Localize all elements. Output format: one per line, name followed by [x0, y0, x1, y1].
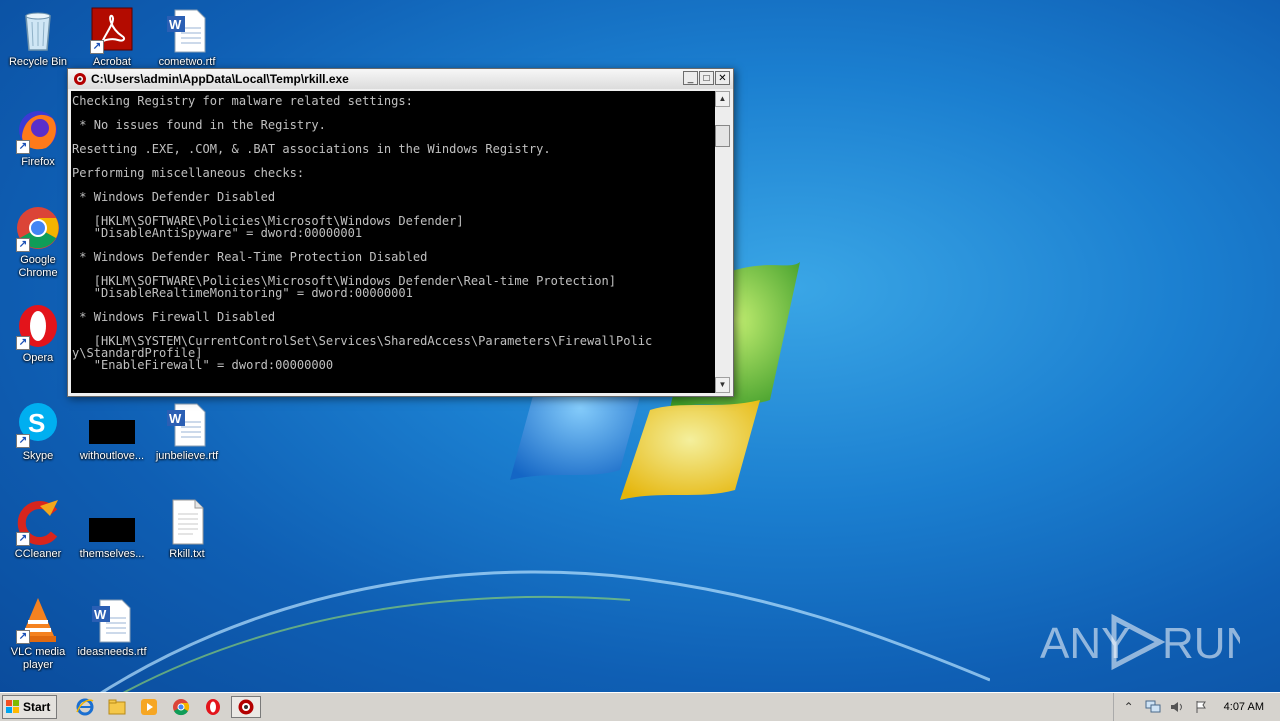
taskbar-rkill[interactable] — [231, 696, 262, 718]
network-icon[interactable] — [1144, 699, 1162, 715]
close-button[interactable]: ✕ — [715, 71, 730, 85]
console-window[interactable]: C:\Users\admin\AppData\Local\Temp\rkill.… — [67, 68, 734, 397]
svg-text:RUN: RUN — [1162, 619, 1240, 668]
desktop-icon-label: withoutlove... — [79, 450, 145, 462]
console-text: Checking Registry for malware related se… — [72, 94, 653, 393]
shortcut-arrow-icon: ↗ — [16, 140, 30, 154]
desktop-icon-vlc[interactable]: ↗ VLC media player — [0, 596, 76, 672]
folder-icon — [108, 699, 126, 715]
desktop-icon-label: Rkill.txt — [169, 548, 205, 560]
desktop-icon-label: Firefox — [21, 156, 55, 168]
acrobat-icon: ↗ — [88, 6, 136, 54]
window-title: C:\Users\admin\AppData\Local\Temp\rkill.… — [91, 72, 349, 86]
rkill-app-icon — [74, 73, 86, 85]
taskbar-chrome[interactable] — [167, 696, 195, 718]
windows-flag-icon — [6, 700, 19, 713]
word-document-icon: W — [163, 400, 211, 448]
taskbar-opera[interactable] — [199, 696, 227, 718]
anyrun-watermark: ANY RUN — [1040, 613, 1240, 671]
desktop-icon-firefox[interactable]: ↗ Firefox — [0, 106, 76, 169]
desktop-icon-ccleaner[interactable]: ↗ CCleaner — [0, 498, 76, 561]
media-player-icon — [141, 699, 158, 715]
taskbar-media-player[interactable] — [135, 696, 163, 718]
desktop-icon-label: Opera — [22, 352, 54, 364]
desktop-icon-junbelieve[interactable]: W junbelieve.rtf — [149, 400, 225, 463]
desktop-icon-cometwo[interactable]: W cometwo.rtf — [149, 6, 225, 69]
scroll-up-arrow-icon[interactable]: ▲ — [715, 91, 730, 107]
desktop-icon-recycle-bin[interactable]: Recycle Bin — [0, 6, 76, 69]
desktop-icon-ideasneeds[interactable]: W ideasneeds.rtf — [74, 596, 150, 659]
scroll-down-arrow-icon[interactable]: ▼ — [715, 377, 730, 393]
scrollbar-thumb[interactable] — [715, 125, 730, 147]
desktop-icon-label: Google Chrome — [18, 254, 58, 279]
taskbar-explorer[interactable] — [103, 696, 131, 718]
svg-text:W: W — [169, 17, 182, 32]
wallpaper-swoosh — [90, 570, 990, 700]
recycle-bin-icon — [14, 6, 62, 54]
maximize-button[interactable]: □ — [699, 71, 714, 85]
desktop-icon-withoutlove[interactable]: withoutlove... — [74, 400, 150, 463]
window-titlebar[interactable]: C:\Users\admin\AppData\Local\Temp\rkill.… — [68, 69, 733, 89]
chrome-icon: ↗ — [14, 204, 62, 252]
start-label: Start — [23, 700, 51, 714]
shortcut-arrow-icon: ↗ — [16, 434, 30, 448]
black-file-icon — [88, 498, 136, 546]
start-button[interactable]: Start — [2, 695, 58, 719]
shortcut-arrow-icon: ↗ — [16, 630, 30, 644]
desktop-icon-chrome[interactable]: ↗ Google Chrome — [0, 204, 76, 280]
firefox-icon: ↗ — [14, 106, 62, 154]
svg-text:W: W — [169, 411, 182, 426]
desktop-icon-label: VLC media player — [10, 646, 66, 671]
vertical-scrollbar[interactable]: ▲ ▼ — [715, 91, 730, 393]
desktop-icon-label: junbelieve.rtf — [155, 450, 219, 462]
internet-explorer-icon — [76, 698, 94, 716]
word-document-icon: W — [88, 596, 136, 644]
minimize-button[interactable]: _ — [683, 71, 698, 85]
taskbar: Start ⌃ 4:07 AM — [0, 692, 1280, 721]
opera-icon: ↗ — [14, 302, 62, 350]
desktop-icon-label: themselves... — [79, 548, 145, 560]
word-document-icon: W — [163, 6, 211, 54]
ccleaner-icon: ↗ — [14, 498, 62, 546]
opera-icon — [206, 699, 221, 715]
svg-text:ANY: ANY — [1040, 619, 1130, 668]
skype-icon: S ↗ — [14, 400, 62, 448]
desktop-icon-label: Recycle Bin — [8, 56, 68, 68]
black-file-icon — [88, 400, 136, 448]
system-tray: ⌃ 4:07 AM — [1112, 693, 1280, 721]
vlc-icon: ↗ — [14, 596, 62, 644]
volume-icon[interactable] — [1168, 699, 1186, 715]
shortcut-arrow-icon: ↗ — [16, 238, 30, 252]
show-hidden-icons-icon[interactable]: ⌃ — [1120, 699, 1138, 715]
desktop-icon-rkill-txt[interactable]: Rkill.txt — [149, 498, 225, 561]
svg-text:S: S — [28, 408, 45, 438]
shortcut-arrow-icon: ↗ — [16, 532, 30, 546]
desktop-icon-skype[interactable]: S ↗ Skype — [0, 400, 76, 463]
console-output[interactable]: Checking Registry for malware related se… — [71, 91, 715, 393]
rkill-app-icon — [238, 699, 254, 715]
shortcut-arrow-icon: ↗ — [16, 336, 30, 350]
desktop-icon-acrobat[interactable]: ↗ Acrobat — [74, 6, 150, 69]
desktop-icon-opera[interactable]: ↗ Opera — [0, 302, 76, 365]
action-center-flag-icon[interactable] — [1192, 699, 1210, 715]
shortcut-arrow-icon: ↗ — [90, 40, 104, 54]
window-controls: _ □ ✕ — [682, 71, 730, 85]
desktop-icon-label: Skype — [22, 450, 54, 462]
desktop-icon-label: ideasneeds.rtf — [77, 646, 147, 658]
taskbar-ie[interactable] — [71, 696, 99, 718]
chrome-icon — [173, 699, 190, 716]
desktop-icon-label: CCleaner — [14, 548, 62, 560]
taskbar-clock[interactable]: 4:07 AM — [1224, 701, 1264, 713]
text-file-icon — [163, 498, 211, 546]
svg-text:W: W — [94, 607, 107, 622]
desktop-icon-themselves[interactable]: themselves... — [74, 498, 150, 561]
